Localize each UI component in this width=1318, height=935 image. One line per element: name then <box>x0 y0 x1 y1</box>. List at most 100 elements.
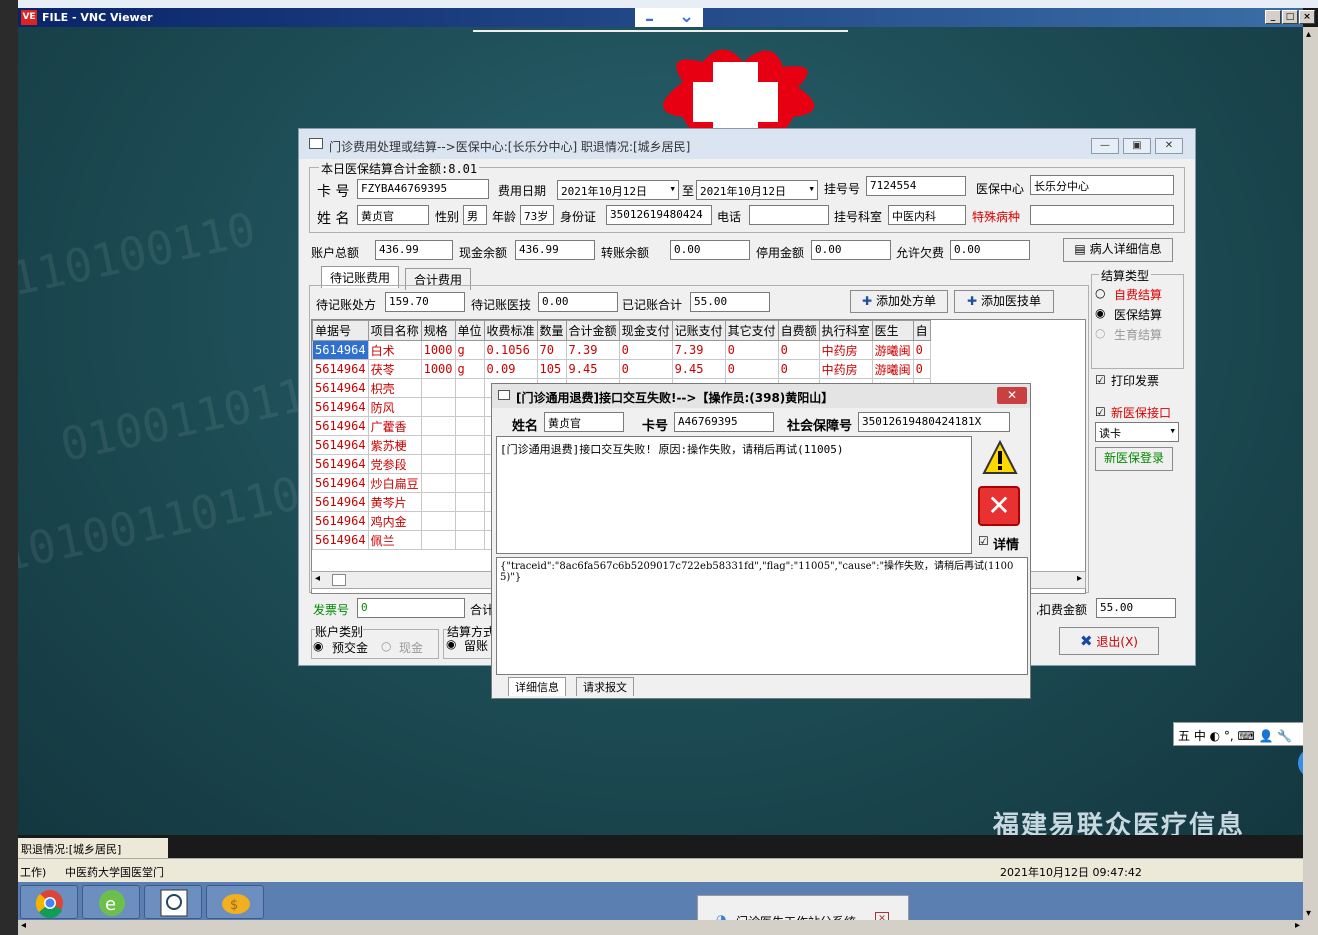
ime-indicator[interactable]: 五 中 ◐ °, ⌨ 👤 🔧 <box>1178 727 1292 744</box>
date-to-picker[interactable]: 2021年10月12日 ▾ <box>696 180 818 200</box>
dialog-name-field[interactable]: 黄贞官 <box>544 412 624 432</box>
table-row[interactable]: 5614964 白术 1000 g 0.1056 70 7.39 0 7.39 0 0 中药房 游曦闽 0 <box>312 340 931 360</box>
close-button[interactable]: × <box>1299 10 1315 24</box>
float-expand-icon[interactable]: ⌄ <box>679 6 694 27</box>
main-close-button[interactable]: ✕ <box>1155 138 1183 154</box>
settle-birth-label[interactable]: 生育结算 <box>1114 326 1162 343</box>
reg-no-field[interactable]: 7124554 <box>866 176 966 196</box>
vnc-vscroll[interactable]: ▴ ▾ <box>1303 27 1318 935</box>
exit-button[interactable]: ✖ 退出(X) <box>1059 627 1159 655</box>
radio-prepay-selected[interactable]: ◉ <box>313 639 323 653</box>
print-invoice-label[interactable]: 打印发票 <box>1111 372 1159 389</box>
phone-field[interactable] <box>749 205 829 225</box>
dialog-detail-area[interactable]: {"traceid":"8ac6fa567c6b5209017c722eb583… <box>496 557 1028 675</box>
pending-presc-field[interactable]: 159.70 <box>385 292 465 312</box>
new-ins-login-button[interactable]: 新医保登录 <box>1095 447 1173 471</box>
id-field[interactable]: 35012619480424 <box>606 205 712 225</box>
sex-field[interactable]: 男 <box>463 205 487 225</box>
cash-balance-label: 现金余额 <box>459 246 508 260</box>
card-field[interactable]: FZYBA46769395 <box>357 179 489 199</box>
grid-header-cell[interactable]: 规格 <box>420 320 456 341</box>
radio-birth[interactable]: ○ <box>1095 326 1105 340</box>
grid-header-cell[interactable]: 收费标准 <box>483 320 538 341</box>
name-field[interactable]: 黄贞官 <box>357 205 429 225</box>
date-from-picker[interactable]: 2021年10月12日 ▾ <box>557 180 679 200</box>
scroll-down-icon[interactable]: ▾ <box>1306 908 1311 919</box>
detail-checkbox[interactable]: ☑ <box>978 534 989 548</box>
pending-tech-field[interactable]: 0.00 <box>538 292 618 312</box>
grid-header-cell[interactable]: 自费额 <box>777 320 820 341</box>
recorded-field[interactable]: 55.00 <box>690 292 770 312</box>
money-app-button[interactable]: $ <box>206 885 264 919</box>
grid-header-cell[interactable]: 合计金额 <box>565 320 620 341</box>
acct-prepay-label[interactable]: 预交金 <box>332 639 368 656</box>
tab-request-message[interactable]: 请求报文 <box>576 677 634 696</box>
main-restore-button[interactable]: ▣ <box>1123 138 1151 154</box>
print-invoice-checkbox[interactable]: ☑ <box>1095 373 1106 387</box>
settle-method-opt[interactable]: 留账 <box>464 637 492 654</box>
grid-header-cell[interactable]: 项目名称 <box>367 320 422 341</box>
radio-settle-method-selected[interactable]: ◉ <box>446 637 456 651</box>
deducted-field[interactable]: 55.00 <box>1096 598 1176 618</box>
grid-header-cell[interactable]: 数量 <box>536 320 567 341</box>
chevron-down-icon[interactable]: ▾ <box>669 182 676 195</box>
scroll-right-icon[interactable]: ▸ <box>1077 573 1082 584</box>
maximize-button[interactable]: □ <box>1282 10 1298 24</box>
main-minimize-button[interactable]: — <box>1091 138 1119 154</box>
dept-field[interactable]: 中医内科 <box>888 205 966 225</box>
disease-field[interactable] <box>1030 205 1174 225</box>
cash-balance-field[interactable]: 436.99 <box>515 240 595 260</box>
dialog-message-area[interactable]: [门诊通用退费]接口交互失败! 原因:操作失败，请稍后再试(11005) <box>496 436 972 554</box>
new-ins-label[interactable]: 新医保接口 <box>1111 404 1171 421</box>
scroll-left-icon[interactable]: ◂ <box>315 573 320 584</box>
patient-detail-button[interactable]: ▤ 病人详细信息 <box>1063 238 1173 262</box>
minimize-button[interactable]: _ <box>1265 10 1281 24</box>
radio-insurance-selected[interactable]: ◉ <box>1095 306 1105 320</box>
chevron-down-icon[interactable]: ▾ <box>1169 424 1176 437</box>
acct-cash-label[interactable]: 现金 <box>399 639 423 656</box>
table-cell: 7.39 <box>671 340 726 360</box>
stopped-field[interactable]: 0.00 <box>811 240 891 260</box>
ime-toolbar[interactable]: 五 中 ◐ °, ⌨ 👤 🔧 <box>1173 722 1318 746</box>
scroll-left-icon[interactable]: ◂ <box>21 920 26 931</box>
grid-header-cell[interactable]: 单据号 <box>312 320 369 341</box>
radio-cash[interactable]: ○ <box>381 639 391 653</box>
radio-self[interactable]: ○ <box>1095 286 1105 300</box>
settle-self-label[interactable]: 自费结算 <box>1114 286 1162 303</box>
age-field[interactable]: 73岁 <box>520 205 554 225</box>
scroll-right-icon[interactable]: ▸ <box>1295 920 1300 931</box>
chevron-down-icon[interactable]: ▾ <box>808 182 815 195</box>
table-cell: 广藿香 <box>367 416 422 436</box>
allowed-field[interactable]: 0.00 <box>950 240 1030 260</box>
scroll-up-icon[interactable]: ▴ <box>1306 29 1311 40</box>
table-row[interactable]: 5614964 茯苓 1000 g 0.09 105 9.45 0 9.45 0 0 中药房 游曦闽 0 <box>312 359 931 379</box>
grid-header-cell[interactable]: 记账支付 <box>671 320 726 341</box>
grid-header-cell[interactable]: 医生 <box>871 320 914 341</box>
grid-header-cell[interactable]: 执行科室 <box>818 320 873 341</box>
grid-header-cell[interactable]: 自 <box>912 320 931 341</box>
new-ins-checkbox[interactable]: ☑ <box>1095 405 1106 419</box>
chrome-app-button[interactable] <box>20 885 78 919</box>
settle-ins-label[interactable]: 医保结算 <box>1114 306 1162 323</box>
add-prescription-button[interactable]: ✚ 添加处方单 <box>850 290 948 313</box>
tab-detail-info[interactable]: 详细信息 <box>508 677 566 696</box>
detail-label[interactable]: 详情 <box>993 534 1019 553</box>
dialog-ssn-label: 社会保障号 <box>787 419 853 434</box>
grid-header-cell[interactable]: 现金支付 <box>618 320 673 341</box>
scroll-thumb[interactable] <box>332 574 346 586</box>
grid-header-cell[interactable]: 单位 <box>454 320 485 341</box>
dialog-ssn-field[interactable]: 35012619480424181X <box>858 412 1010 432</box>
acct-total-field[interactable]: 436.99 <box>375 240 453 260</box>
read-mode-select[interactable]: 读卡 ▾ <box>1095 422 1179 442</box>
center-field[interactable]: 长乐分中心 <box>1030 175 1174 195</box>
add-tech-button[interactable]: ✚ 添加医技单 <box>954 290 1054 313</box>
status-unit: 中医药大学国医堂门 <box>65 866 164 879</box>
invoice-field[interactable]: 0 <box>357 598 465 618</box>
dialog-close-button[interactable]: ✕ <box>997 387 1027 404</box>
ie-app-button[interactable]: e <box>82 885 140 919</box>
transfer-field[interactable]: 0.00 <box>670 240 750 260</box>
grid-header-cell[interactable]: 其它支付 <box>724 320 779 341</box>
dialog-card-field[interactable]: A46769395 <box>674 412 774 432</box>
vnc-hscroll[interactable]: ◂ ▸ <box>18 920 1303 935</box>
sql-app-button[interactable] <box>144 885 202 919</box>
